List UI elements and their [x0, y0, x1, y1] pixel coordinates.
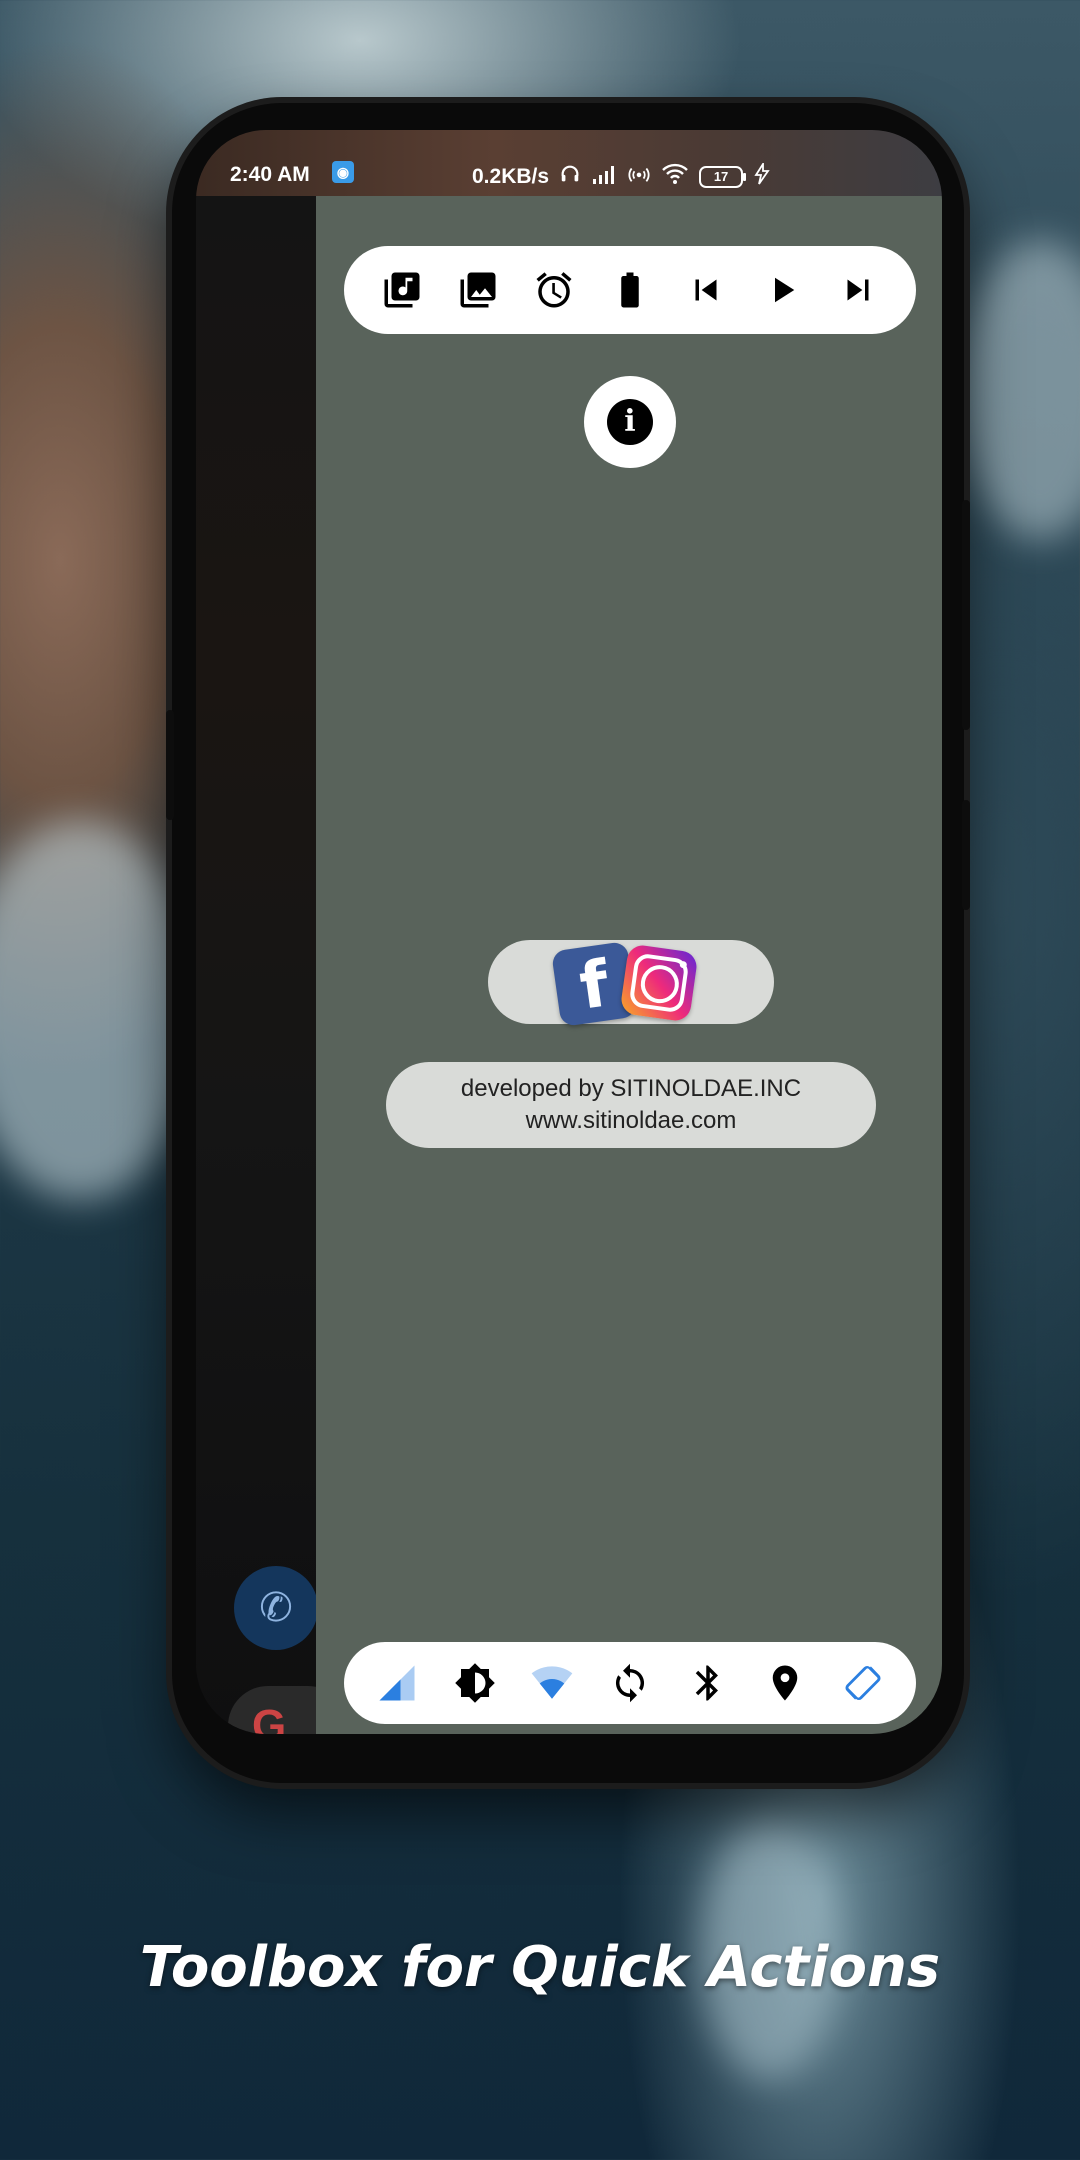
instagram-icon[interactable] — [619, 943, 699, 1023]
screen-recorder-icon: ◉ — [332, 161, 354, 183]
phone-power-button — [962, 500, 970, 730]
alarm-icon[interactable] — [529, 265, 579, 315]
headset-icon — [559, 163, 581, 191]
status-time: 2:40 AM — [230, 163, 310, 186]
charging-icon — [753, 160, 771, 191]
status-bar: 2:40 AM ◉ 0.2KB/s 17 — [196, 130, 942, 196]
info-icon: i — [607, 399, 653, 445]
skip-previous-icon[interactable] — [681, 265, 731, 315]
net-speed: 0.2KB/s — [472, 165, 550, 188]
signal-icon — [591, 163, 617, 191]
info-button[interactable]: i — [584, 376, 676, 468]
bluetooth-icon[interactable] — [683, 1658, 733, 1708]
developer-website: www.sitinoldae.com — [525, 1107, 737, 1134]
promo-caption: Toolbox for Quick Actions — [139, 1935, 941, 2000]
home-screen-background: ✆ G — [196, 196, 348, 1734]
background-wave — [960, 240, 1080, 540]
wifi-icon — [661, 163, 689, 191]
play-icon[interactable] — [757, 265, 807, 315]
battery-icon[interactable] — [605, 265, 655, 315]
phone-screen: 2:40 AM ◉ 0.2KB/s 17 ✆ G i f developed b… — [196, 130, 942, 1734]
status-icons: 0.2KB/s 17 — [472, 160, 771, 191]
social-links: f — [488, 940, 774, 1027]
sync-icon[interactable] — [605, 1658, 655, 1708]
phone-side-button — [962, 800, 970, 910]
developer-name: developed by SITINOLDAE.INC — [460, 1075, 802, 1102]
toolbox-panel: i f developed by SITINOLDAE.INC www.siti… — [316, 196, 942, 1734]
media-toolbar — [344, 246, 916, 334]
battery-icon: 17 — [699, 166, 747, 188]
phone-app-icon[interactable]: ✆ — [234, 1566, 318, 1650]
location-icon[interactable] — [760, 1658, 810, 1708]
hotspot-icon — [627, 163, 651, 191]
wifi-icon[interactable] — [527, 1658, 577, 1708]
brightness-icon[interactable] — [450, 1658, 500, 1708]
background-wave — [0, 820, 200, 1200]
skip-next-icon[interactable] — [833, 265, 883, 315]
quick-settings-toolbar — [344, 1642, 916, 1724]
developer-credit[interactable]: developed by SITINOLDAE.INC www.sitinold… — [386, 1062, 876, 1148]
phone-volume-button — [166, 710, 174, 820]
auto-rotate-icon[interactable] — [838, 1658, 888, 1708]
gallery-icon[interactable] — [453, 265, 503, 315]
music-library-icon[interactable] — [377, 265, 427, 315]
mobile-data-icon[interactable] — [372, 1658, 422, 1708]
